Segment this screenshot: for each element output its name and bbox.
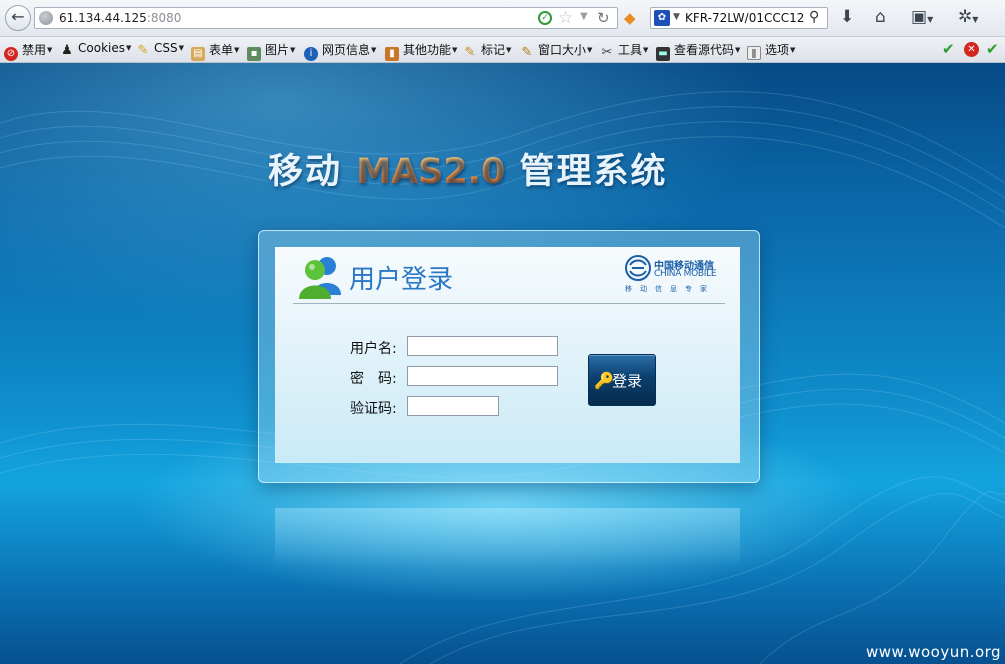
- search-engine-paw-icon[interactable]: ✿: [654, 10, 670, 26]
- history-dropdown-icon[interactable]: ▼: [580, 11, 588, 22]
- toolbar-item-css[interactable]: ✎ CSS▼: [136, 41, 184, 59]
- key-icon: 🔑: [594, 371, 614, 390]
- password-input[interactable]: [407, 366, 558, 386]
- china-mobile-logo: 中国移动通信 CHINA MOBILE 移动信息专家: [625, 255, 725, 295]
- options-icon: ǁ: [747, 46, 761, 60]
- toolbar-item-forms[interactable]: ▤ 表单▼: [191, 41, 239, 61]
- username-input[interactable]: [407, 336, 558, 356]
- watermark: www.wooyun.org: [866, 643, 1002, 661]
- pencil-icon: ✎: [137, 43, 149, 58]
- login-panel: 用户登录 中国移动通信 CHINA MOBILE 移动信息专家 用户名: 密 码…: [275, 247, 740, 463]
- css-valid-check-icon[interactable]: ✔: [942, 40, 955, 58]
- clipboard-icon: ▤: [191, 47, 205, 61]
- cookie-person-icon: ♟: [61, 43, 73, 58]
- back-arrow-icon[interactable]: ←: [5, 5, 31, 31]
- toolbar-item-options[interactable]: ǁ 选项▼: [747, 41, 795, 60]
- login-title: 用户登录: [349, 265, 454, 295]
- toolbar-item-resize[interactable]: ✎ 窗口大小▼: [520, 41, 593, 60]
- search-engine-dropdown-icon[interactable]: ▼: [673, 12, 680, 22]
- toolbar-item-misc[interactable]: ▮ 其他功能▼: [385, 41, 457, 61]
- china-mobile-symbol-icon: [625, 255, 651, 281]
- login-page: 移动 MAS2.0 管理系统 用户登录 中国移动通信 CHINA MOBILE …: [0, 63, 1005, 664]
- search-icon[interactable]: ⚲: [809, 9, 819, 25]
- developer-toolbar: ⊘ 禁用▼ ♟ Cookies▼ ✎ CSS▼ ▤ 表单▼ ▪ 图片▼ i 网页信息▼ ▮ 其…: [0, 37, 1005, 63]
- users-icon: [299, 257, 341, 299]
- addon-bug-icon[interactable]: ✲▼: [958, 7, 978, 30]
- system-title: 移动 MAS2.0 管理系统: [268, 152, 668, 192]
- verified-check-icon[interactable]: ✓: [538, 11, 552, 25]
- browser-navbar: ← 61.134.44.125:8080 ✓ ☆ ▼ ↻ ◆ ✿ ▼ KFR-7…: [0, 0, 1005, 37]
- extension-icon[interactable]: ◆: [624, 9, 636, 27]
- url-text[interactable]: 61.134.44.125:8080: [59, 11, 181, 25]
- terminal-icon: ▬: [656, 47, 670, 61]
- header-divider: [293, 303, 725, 304]
- login-button[interactable]: 🔑 登录: [588, 354, 656, 406]
- ruler-icon: ✎: [521, 45, 533, 60]
- toolbar-item-disable[interactable]: ⊘ 禁用▼: [4, 41, 52, 61]
- toolbar-item-cookies[interactable]: ♟ Cookies▼: [60, 41, 131, 59]
- password-label: 密 码:: [350, 371, 397, 387]
- home-icon[interactable]: ⌂: [875, 7, 886, 27]
- bookmarks-menu-icon[interactable]: ▣▼: [911, 7, 933, 30]
- info-icon: i: [304, 47, 318, 61]
- book-icon: ▮: [385, 47, 399, 61]
- toolbar-item-outline[interactable]: ✎ 标记▼: [463, 41, 512, 60]
- panel-reflection: [275, 508, 740, 568]
- toolbar-item-tools[interactable]: ✂ 工具▼: [600, 41, 649, 60]
- toolbar-item-page-info[interactable]: i 网页信息▼: [304, 41, 376, 61]
- toolbar-item-view-source[interactable]: ▬ 查看源代码▼: [656, 41, 740, 61]
- reload-icon[interactable]: ↻: [597, 9, 610, 27]
- globe-icon: [39, 11, 53, 25]
- error-x-icon[interactable]: ✕: [964, 42, 979, 57]
- disable-icon: ⊘: [4, 47, 18, 61]
- captcha-input[interactable]: [407, 396, 499, 416]
- marker-icon: ✎: [464, 45, 476, 60]
- search-input[interactable]: KFR-72LW/01CCC12: [685, 11, 805, 25]
- html-valid-check-icon[interactable]: ✔: [986, 40, 999, 58]
- search-bar[interactable]: ✿ ▼ KFR-72LW/01CCC12 ⚲: [650, 7, 828, 29]
- username-label: 用户名:: [350, 341, 397, 357]
- download-icon[interactable]: ⬇: [840, 7, 854, 27]
- tools-icon: ✂: [601, 45, 613, 60]
- toolbar-item-images[interactable]: ▪ 图片▼: [247, 41, 295, 61]
- address-bar[interactable]: 61.134.44.125:8080 ✓ ☆ ▼ ↻: [34, 7, 618, 29]
- captcha-label: 验证码:: [350, 401, 397, 417]
- bookmark-star-icon[interactable]: ☆: [558, 8, 573, 28]
- image-icon: ▪: [247, 47, 261, 61]
